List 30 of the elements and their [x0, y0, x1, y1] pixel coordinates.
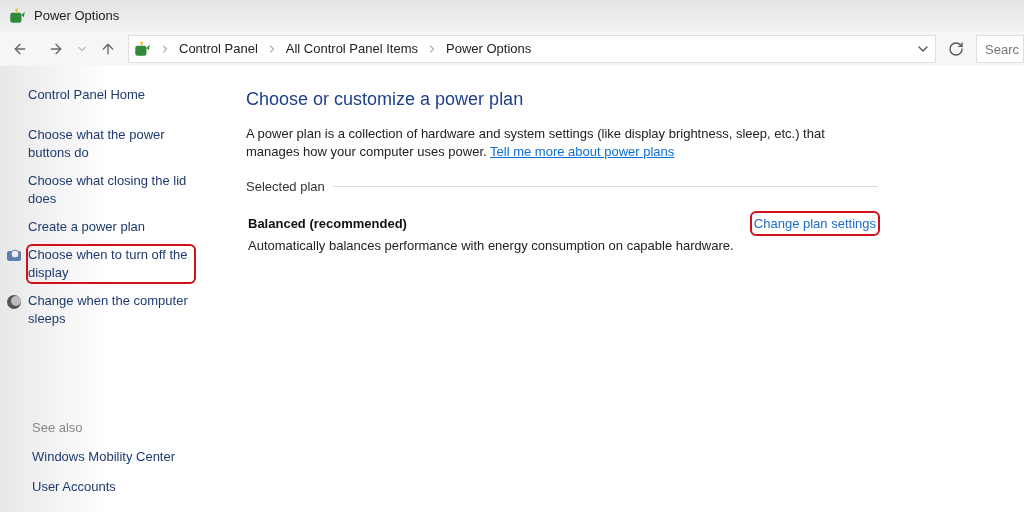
- page-title: Choose or customize a power plan: [246, 88, 525, 111]
- power-options-icon: [133, 40, 151, 58]
- sidebar-link[interactable]: Choose what closing the lid does: [28, 172, 194, 208]
- search-field[interactable]: Searc: [976, 35, 1024, 63]
- plan-name: Balanced (recommended): [248, 214, 407, 233]
- refresh-icon[interactable]: [948, 41, 964, 57]
- sidebar-link[interactable]: Choose when to turn off the display: [28, 246, 194, 282]
- window-title: Power Options: [34, 7, 120, 26]
- see-also-heading: See also: [32, 418, 84, 437]
- breadcrumb-item[interactable]: All Control Panel Items: [285, 39, 418, 59]
- forward-icon[interactable]: [48, 41, 64, 57]
- breadcrumb-item[interactable]: Power Options: [446, 39, 532, 59]
- sidebar-link[interactable]: User Accounts: [32, 476, 220, 496]
- back-icon[interactable]: [12, 41, 28, 57]
- power-options-icon: [8, 7, 26, 25]
- up-icon[interactable]: [100, 41, 116, 57]
- sidebar-link[interactable]: Change when the computer sleeps: [28, 292, 194, 328]
- breadcrumb-item[interactable]: Control Panel: [179, 39, 258, 59]
- sidebar-link[interactable]: Choose what the power buttons do: [28, 126, 194, 162]
- sidebar-link[interactable]: Control Panel Home: [28, 86, 194, 104]
- moon-icon: [6, 294, 22, 310]
- sidebar-link[interactable]: Windows Mobility Center: [32, 447, 220, 467]
- address-field[interactable]: Control Panel All Control Panel Items Power Options: [128, 35, 936, 63]
- sidebar-link[interactable]: Create a power plan: [28, 218, 194, 236]
- section-heading: Selected plan: [246, 178, 325, 196]
- plan-description: Automatically balances performance with energy consumption on capable hardware.: [247, 237, 735, 255]
- monitor-clock-icon: [6, 248, 22, 264]
- help-link[interactable]: Tell me more about power plans: [490, 144, 675, 159]
- change-plan-settings-link[interactable]: Change plan settings: [751, 212, 878, 234]
- description-text: A power plan is a collection of hardware and system settings (like display brightness, sleep, etc.) that manages how your computer uses power. Tell me more about power plans: [246, 125, 826, 161]
